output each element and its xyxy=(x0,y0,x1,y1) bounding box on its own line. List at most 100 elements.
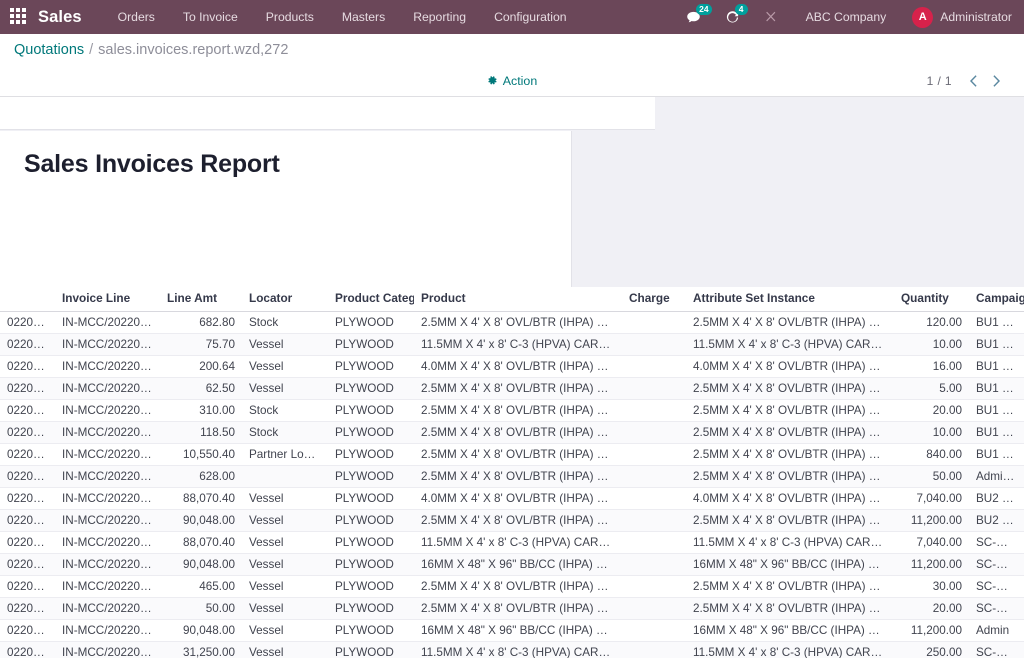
pager-previous-button[interactable] xyxy=(964,71,983,90)
breadcrumb-current: sales.invoices.report.wzd,272 xyxy=(98,42,288,58)
column-header-quantity[interactable]: Quantity xyxy=(894,287,969,312)
cell-attribute-set-instance: 11.5MM X 4' x 8' C-3 (HPVA) CARB P2 BIRC… xyxy=(686,334,894,356)
column-header-product[interactable]: Product xyxy=(414,287,622,312)
column-header-product-category[interactable]: Product Catego... xyxy=(328,287,414,312)
cell-product: 2.5MM X 4' X 8' OVL/BTR (IHPA) MR MERANT… xyxy=(414,444,622,466)
cell-attribute-set-instance: 2.5MM X 4' X 8' OVL/BTR (IHPA) MR MERANT… xyxy=(686,378,894,400)
cell-campaign: BU1 - CSUS xyxy=(969,312,1024,334)
cell-doc: 0220200... xyxy=(0,400,55,422)
cell-doc: 0220200... xyxy=(0,510,55,532)
cell-quantity: 250.00 xyxy=(894,642,969,658)
cell-line-amt: 628.00 xyxy=(160,466,242,488)
menu-item-reporting[interactable]: Reporting xyxy=(399,0,480,34)
messages-button[interactable]: 24 xyxy=(674,0,713,34)
cell-line-amt: 310.00 xyxy=(160,400,242,422)
table-row[interactable]: 0220200...IN-MCC/20220200...88,070.40Ves… xyxy=(0,488,1024,510)
cell-charge xyxy=(622,312,686,334)
cell-charge xyxy=(622,532,686,554)
cell-quantity: 50.00 xyxy=(894,466,969,488)
cell-campaign: BU1 - CSUS xyxy=(969,444,1024,466)
cell-product-category: PLYWOOD xyxy=(328,334,414,356)
cell-line-amt: 90,048.00 xyxy=(160,510,242,532)
navbar-right-group: 24 4 ABC Company A Administrator xyxy=(674,0,1012,34)
cell-line-amt: 62.50 xyxy=(160,378,242,400)
menu-item-configuration[interactable]: Configuration xyxy=(480,0,581,34)
action-button[interactable]: Action xyxy=(487,74,537,88)
table-row[interactable]: 0220200...IN-MCC/20220200...75.70VesselP… xyxy=(0,334,1024,356)
cell-locator: Vessel xyxy=(242,334,328,356)
breadcrumb-item-quotations[interactable]: Quotations xyxy=(14,42,84,58)
chevron-left-icon xyxy=(970,75,978,87)
cell-charge xyxy=(622,356,686,378)
company-switcher[interactable]: ABC Company xyxy=(790,10,903,24)
cell-invoice-line: IN-MCC/20220200... xyxy=(55,356,160,378)
sheet-header-panel xyxy=(0,97,655,130)
cell-invoice-line: IN-MCC/20220200... xyxy=(55,598,160,620)
cell-charge xyxy=(622,488,686,510)
table-row[interactable]: 0220200...IN-MCC/20220200...682.80StockP… xyxy=(0,312,1024,334)
cell-quantity: 7,040.00 xyxy=(894,532,969,554)
column-header-locator[interactable]: Locator xyxy=(242,287,328,312)
user-name-label: Administrator xyxy=(940,10,1012,24)
table-row[interactable]: 0220200...IN-MCC/20220200...310.00StockP… xyxy=(0,400,1024,422)
table-row[interactable]: 0220200...IN-MCC/20220200...88,070.40Ves… xyxy=(0,532,1024,554)
cell-charge xyxy=(622,422,686,444)
cell-locator: Vessel xyxy=(242,488,328,510)
cell-product-category: PLYWOOD xyxy=(328,312,414,334)
apps-grid-icon[interactable] xyxy=(10,8,28,26)
cell-campaign: SC-MCC-000080 xyxy=(969,554,1024,576)
column-header-attribute-set-instance[interactable]: Attribute Set Instance xyxy=(686,287,894,312)
cell-doc: 0220200... xyxy=(0,488,55,510)
top-navbar: Sales Orders To Invoice Products Masters… xyxy=(0,0,1024,34)
user-menu[interactable]: A Administrator xyxy=(902,7,1012,28)
cell-line-amt: 90,048.00 xyxy=(160,554,242,576)
app-brand-sales[interactable]: Sales xyxy=(38,8,82,27)
cell-product-category: PLYWOOD xyxy=(328,378,414,400)
cell-product-category: PLYWOOD xyxy=(328,576,414,598)
table-row[interactable]: 0220200...IN-MCC/20220200...118.50StockP… xyxy=(0,422,1024,444)
table-row[interactable]: 0220200...IN-MCC/20220200...200.64Vessel… xyxy=(0,356,1024,378)
cell-locator: Vessel xyxy=(242,598,328,620)
table-row[interactable]: 0220200...IN-MCC/20220200...50.00VesselP… xyxy=(0,598,1024,620)
cell-line-amt: 75.70 xyxy=(160,334,242,356)
cell-attribute-set-instance: 2.5MM X 4' X 8' OVL/BTR (IHPA) MR MERANT… xyxy=(686,422,894,444)
table-row[interactable]: 0220200...IN-MCC/20220200...465.00Vessel… xyxy=(0,576,1024,598)
pager-next-button[interactable] xyxy=(986,71,1005,90)
cell-product-category: PLYWOOD xyxy=(328,422,414,444)
cell-line-amt: 118.50 xyxy=(160,422,242,444)
cell-attribute-set-instance: 16MM X 48" X 96" BB/CC (IHPA) CARB xyxy=(686,620,894,642)
table-row[interactable]: 0220200...IN-MCC/20220200...62.50VesselP… xyxy=(0,378,1024,400)
cell-doc: 0220200... xyxy=(0,378,55,400)
table-row[interactable]: 0220200...IN-MCC/20220200...90,048.00Ves… xyxy=(0,620,1024,642)
menu-item-to-invoice[interactable]: To Invoice xyxy=(169,0,252,34)
report-view-area: Sales Invoices Report Invoice Line Line … xyxy=(0,97,1024,658)
cell-locator: Vessel xyxy=(242,554,328,576)
table-row[interactable]: 0220200...IN-MCC/20220200...90,048.00Ves… xyxy=(0,554,1024,576)
cell-attribute-set-instance: 11.5MM X 4' x 8' C-3 (HPVA) CARB P2 BIRC… xyxy=(686,532,894,554)
cell-quantity: 11,200.00 xyxy=(894,620,969,642)
column-header-campaign[interactable]: Campaign xyxy=(969,287,1024,312)
cell-invoice-line: IN-MCC/20220200... xyxy=(55,400,160,422)
cell-invoice-line: IN-MCC/20220200... xyxy=(55,444,160,466)
cell-line-amt: 465.00 xyxy=(160,576,242,598)
table-row[interactable]: 0220200...IN-MCC/20220200...10,550.40Par… xyxy=(0,444,1024,466)
cell-locator: Vessel xyxy=(242,620,328,642)
column-header-doc[interactable] xyxy=(0,287,55,312)
cell-locator: Stock xyxy=(242,312,328,334)
menu-item-masters[interactable]: Masters xyxy=(328,0,399,34)
table-row[interactable]: 0220200...IN-MCC/20220200...628.00PLYWOO… xyxy=(0,466,1024,488)
menu-item-orders[interactable]: Orders xyxy=(104,0,169,34)
column-header-invoice-line[interactable]: Invoice Line xyxy=(55,287,160,312)
table-row[interactable]: 0220200...IN-MCC/20220200...31,250.00Ves… xyxy=(0,642,1024,658)
cell-product: 2.5MM X 4' X 8' OVL/BTR (IHPA) MR MERANT… xyxy=(414,576,622,598)
tools-button[interactable] xyxy=(752,0,790,34)
column-header-line-amt[interactable]: Line Amt xyxy=(160,287,242,312)
page-title: Sales Invoices Report xyxy=(24,150,280,179)
column-header-charge[interactable]: Charge xyxy=(622,287,686,312)
activities-button[interactable]: 4 xyxy=(713,0,752,34)
cell-product: 11.5MM X 4' x 8' C-3 (HPVA) CARB P2 BIRC… xyxy=(414,334,622,356)
menu-item-products[interactable]: Products xyxy=(252,0,328,34)
cell-product-category: PLYWOOD xyxy=(328,642,414,658)
table-row[interactable]: 0220200...IN-MCC/20220200...90,048.00Ves… xyxy=(0,510,1024,532)
cell-product-category: PLYWOOD xyxy=(328,598,414,620)
